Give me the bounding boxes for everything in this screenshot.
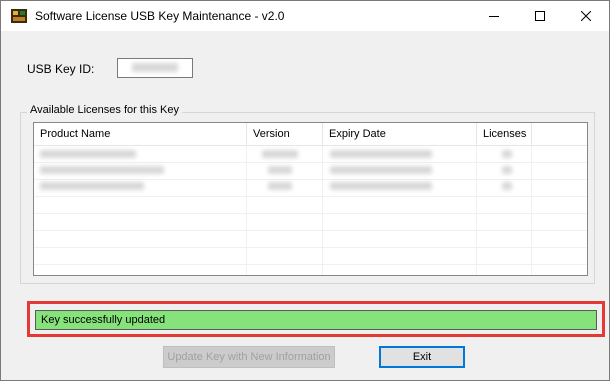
minimize-button[interactable] bbox=[471, 1, 517, 31]
column-product-name[interactable]: Product Name bbox=[34, 123, 247, 145]
listview-header: Product Name Version Expiry Date License… bbox=[34, 123, 587, 146]
column-divider bbox=[531, 145, 532, 275]
column-version[interactable]: Version bbox=[247, 123, 323, 145]
redacted-cell bbox=[40, 150, 136, 158]
maximize-button[interactable] bbox=[517, 1, 563, 31]
usb-key-id-field[interactable] bbox=[117, 58, 193, 78]
exit-button[interactable]: Exit bbox=[379, 346, 465, 368]
row-divider bbox=[34, 162, 587, 163]
row-divider bbox=[34, 247, 587, 248]
redacted-cell bbox=[330, 166, 432, 174]
close-icon bbox=[581, 11, 591, 21]
redacted-cell bbox=[268, 182, 292, 190]
column-divider bbox=[476, 145, 477, 275]
maximize-icon bbox=[535, 11, 545, 21]
redacted-cell bbox=[502, 150, 512, 158]
row-divider bbox=[34, 230, 587, 231]
row-divider bbox=[34, 213, 587, 214]
minimize-icon bbox=[489, 16, 499, 17]
column-licenses[interactable]: Licenses bbox=[477, 123, 532, 145]
redacted-cell bbox=[268, 166, 292, 174]
redacted-cell bbox=[502, 166, 512, 174]
column-expiry-date[interactable]: Expiry Date bbox=[323, 123, 477, 145]
row-divider bbox=[34, 264, 587, 265]
update-key-button[interactable]: Update Key with New Information bbox=[163, 346, 335, 368]
window-title: Software License USB Key Maintenance - v… bbox=[35, 9, 285, 23]
app-icon bbox=[11, 9, 27, 23]
redacted-cell bbox=[40, 166, 164, 174]
status-message: Key successfully updated bbox=[35, 310, 597, 330]
redacted-key-id bbox=[132, 63, 178, 72]
title-bar: Software License USB Key Maintenance - v… bbox=[1, 1, 609, 31]
column-divider bbox=[322, 145, 323, 275]
redacted-cell bbox=[330, 182, 432, 190]
licenses-listview[interactable]: Product Name Version Expiry Date License… bbox=[33, 122, 588, 276]
redacted-cell bbox=[330, 150, 432, 158]
column-divider bbox=[246, 145, 247, 275]
row-divider bbox=[34, 179, 587, 180]
redacted-cell bbox=[262, 150, 298, 158]
close-button[interactable] bbox=[563, 1, 609, 31]
redacted-cell bbox=[40, 182, 144, 190]
licenses-group-label: Available Licenses for this Key bbox=[27, 104, 182, 116]
app-window: Software License USB Key Maintenance - v… bbox=[0, 0, 610, 381]
redacted-cell bbox=[502, 182, 512, 190]
row-divider bbox=[34, 196, 587, 197]
usb-key-id-label: USB Key ID: bbox=[27, 62, 95, 76]
